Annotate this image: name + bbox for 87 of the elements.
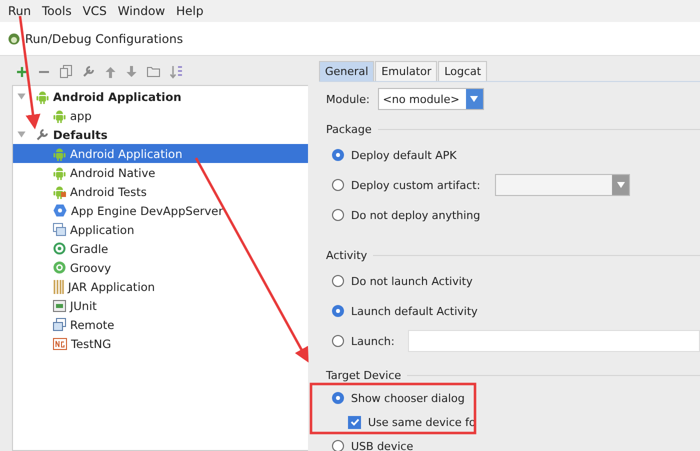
android-icon (53, 166, 66, 180)
tree-label: Application (70, 222, 134, 236)
tree-label: Remote (70, 318, 114, 332)
tree-label: Android Tests (70, 184, 147, 198)
option-label: Launch default Activity (351, 304, 478, 318)
artifact-dropdown[interactable] (495, 174, 630, 196)
section-title: Target Device (326, 368, 402, 382)
radio-button[interactable] (332, 392, 344, 404)
circle-icon (53, 261, 66, 274)
expand-arrow-icon[interactable] (17, 130, 26, 139)
tree-item[interactable]: Android Application (13, 144, 308, 163)
option-label: Deploy default APK (351, 148, 457, 162)
tree-item[interactable]: app (13, 106, 308, 125)
tree-label: Android Application (53, 90, 182, 104)
checkbox[interactable] (348, 416, 361, 428)
folder-icon[interactable] (147, 66, 160, 77)
menu-item[interactable]: Window (118, 4, 166, 18)
android-icon (53, 146, 66, 160)
module-dropdown[interactable]: <no module> (378, 88, 484, 110)
option-label: Launch: (351, 334, 395, 348)
panel-icon (53, 300, 66, 312)
option-label: Do not deploy anything (351, 208, 480, 222)
expand-arrow-icon[interactable] (17, 92, 26, 101)
radio-button[interactable] (332, 209, 344, 221)
menu-item[interactable]: Help (176, 4, 204, 18)
windows-icon (53, 318, 66, 331)
menu-item[interactable]: Run (8, 4, 32, 18)
tree-item[interactable]: JAR Application (13, 277, 308, 296)
launch-input-field[interactable] (408, 330, 700, 352)
tree-item[interactable]: App Engine DevAppServer (13, 201, 308, 220)
section-title: Activity (326, 248, 368, 262)
option-label: Deploy custom artifact: (351, 178, 480, 192)
tree-label: Defaults (53, 128, 108, 142)
tree-item[interactable]: TestNG (13, 334, 308, 353)
tree-label: Groovy (70, 260, 112, 274)
section-title: Package (326, 122, 372, 136)
tree-item[interactable]: Groovy (13, 258, 308, 277)
sort-icon[interactable] (170, 64, 183, 78)
option-label: USB device (351, 440, 414, 451)
tab[interactable]: Logcat (438, 61, 488, 81)
menu-item[interactable]: VCS (82, 4, 107, 18)
radio-button[interactable] (332, 149, 344, 161)
tree-label: App Engine DevAppServer (71, 204, 224, 218)
android-icon (36, 90, 49, 104)
radio-button[interactable] (332, 305, 344, 317)
tree-item[interactable]: Android Native (13, 163, 308, 182)
tree-item[interactable]: Application (13, 220, 308, 239)
tree-label: app (70, 108, 92, 122)
android-icon (53, 108, 66, 122)
tab[interactable]: General (319, 61, 374, 81)
testng-icon (53, 338, 67, 350)
tree-item[interactable]: Android Tests (13, 182, 308, 201)
arrow-down-icon[interactable] (126, 66, 137, 78)
module-label: Module: (326, 92, 370, 106)
tree-label: JAR Application (68, 280, 155, 294)
tab[interactable]: Emulator (375, 61, 438, 81)
tree-label: Android Application (70, 146, 182, 160)
radio-button[interactable] (332, 440, 344, 451)
wrench-icon (36, 128, 49, 141)
copy-icon[interactable] (60, 65, 72, 78)
dropdown-arrow-icon (470, 96, 478, 102)
window-icon (53, 223, 66, 236)
radio-button[interactable] (332, 179, 344, 191)
hexagon-icon (53, 204, 67, 217)
arrow-up-icon[interactable] (105, 66, 116, 78)
tree-label: JUnit (70, 298, 97, 312)
tree-item[interactable]: Defaults (13, 125, 308, 144)
option-label: Do not launch Activity (351, 274, 473, 288)
dropdown-arrow-icon (616, 182, 625, 188)
tree-item[interactable]: JUnit (13, 296, 308, 315)
circle-icon (53, 242, 66, 255)
jar-icon (53, 280, 64, 294)
option-label: Show chooser dialog (351, 392, 465, 404)
radio-button[interactable] (332, 335, 344, 347)
android-icon (53, 184, 66, 198)
add-icon[interactable] (16, 66, 28, 78)
radio-button[interactable] (332, 275, 344, 287)
tree-label: TestNG (71, 336, 112, 350)
wrench-icon[interactable] (82, 65, 95, 78)
android-studio-icon (8, 32, 20, 44)
window-title: Run/Debug Configurations (25, 32, 183, 46)
tree-label: Android Native (70, 166, 156, 180)
tree-item[interactable]: Gradle (13, 239, 308, 258)
tree-item[interactable]: Android Application (13, 87, 308, 106)
tree-item[interactable]: Remote (13, 315, 308, 334)
tree-label: Gradle (70, 242, 108, 256)
menu-item[interactable]: Tools (42, 4, 72, 18)
